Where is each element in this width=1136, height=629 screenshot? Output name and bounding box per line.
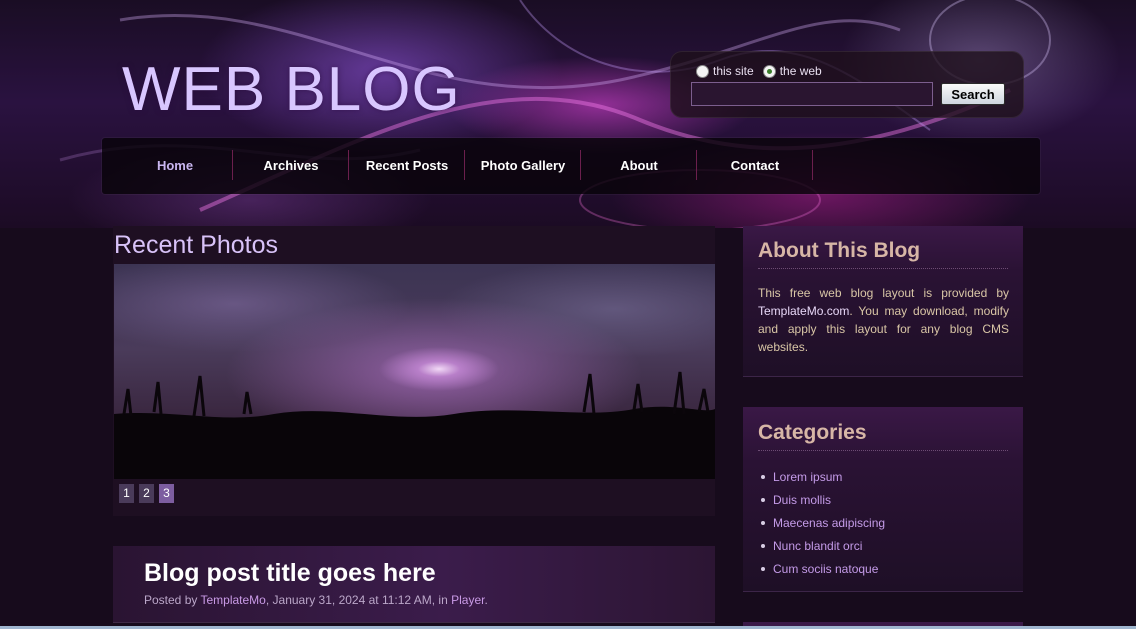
category-item[interactable]: Cum sociis natoque (758, 557, 885, 580)
nav-photo-gallery[interactable]: Photo Gallery (465, 138, 581, 194)
search-button[interactable]: Search (941, 83, 1005, 105)
post-author-link[interactable]: TemplateMo (200, 593, 265, 607)
nav-about[interactable]: About (581, 138, 697, 194)
category-label: Lorem ipsum (773, 469, 843, 484)
pager-page-2[interactable]: 2 (139, 484, 154, 503)
radio-this-site[interactable] (696, 64, 709, 78)
category-item[interactable]: Nunc blandit orci (758, 534, 885, 557)
post-meta-prefix: Posted by (144, 593, 201, 607)
categories-box: Categories Lorem ipsum Duis mollis Maece… (743, 407, 1023, 592)
about-heading: About This Blog (758, 239, 921, 262)
photo-slide[interactable] (114, 264, 715, 479)
category-item[interactable]: Duis mollis (758, 488, 885, 511)
blog-post: Blog post title goes here Posted by Temp… (113, 546, 715, 623)
nav-recent-posts[interactable]: Recent Posts (349, 138, 465, 194)
post-meta-end: . (484, 593, 488, 607)
photo-silhouette (114, 371, 715, 479)
about-text: This free web blog layout is provided by… (758, 284, 1009, 356)
radio-the-web[interactable] (762, 64, 776, 78)
post-title[interactable]: Blog post title goes here (144, 559, 436, 588)
bullet-icon (761, 543, 765, 548)
category-label: Nunc blandit orci (773, 538, 863, 553)
category-item[interactable]: Maecenas adipiscing (758, 511, 885, 534)
category-label: Duis mollis (773, 492, 832, 507)
bullet-icon (761, 474, 765, 479)
recent-photos-panel: Recent Photos 1 2 3 (113, 226, 715, 516)
search-input[interactable] (691, 82, 933, 106)
radio-the-web-label: the web (779, 64, 822, 78)
category-item[interactable]: Lorem ipsum (758, 465, 885, 488)
main-nav: Home Archives Recent Posts Photo Gallery… (102, 138, 1040, 194)
header-banner: WEB BLOG this site the web Search Home A… (0, 0, 1136, 228)
nav-contact[interactable]: Contact (697, 138, 813, 194)
templatemo-link[interactable]: TemplateMo.com (758, 304, 849, 318)
divider (758, 268, 1008, 269)
categories-list: Lorem ipsum Duis mollis Maecenas adipisc… (758, 465, 885, 580)
photo-pager: 1 2 3 (119, 484, 179, 503)
category-label: Maecenas adipiscing (773, 515, 886, 530)
search-panel: this site the web Search (670, 51, 1024, 118)
bullet-icon (761, 520, 765, 525)
bullet-icon (761, 497, 765, 502)
search-scope-options: this site the web (696, 64, 831, 78)
divider (758, 450, 1008, 451)
categories-heading: Categories (758, 421, 867, 444)
post-meta: Posted by TemplateMo, January 31, 2024 a… (144, 593, 488, 607)
post-category-link[interactable]: Player (451, 593, 484, 607)
post-meta-date: , January 31, 2024 at 11:12 AM, in (265, 593, 452, 607)
recent-photos-heading: Recent Photos (114, 231, 278, 259)
about-blog-box: About This Blog This free web blog layou… (743, 226, 1023, 377)
radio-this-site-label: this site (713, 64, 754, 78)
about-text-start: This free web blog layout is provided by (758, 286, 1009, 300)
site-title: WEB BLOG (122, 55, 461, 124)
nav-home[interactable]: Home (117, 138, 233, 194)
bullet-icon (761, 566, 765, 571)
nav-divider (812, 150, 813, 180)
pager-page-3[interactable]: 3 (159, 484, 174, 503)
nav-archives[interactable]: Archives (233, 138, 349, 194)
category-label: Cum sociis natoque (773, 561, 879, 576)
pager-page-1[interactable]: 1 (119, 484, 134, 503)
